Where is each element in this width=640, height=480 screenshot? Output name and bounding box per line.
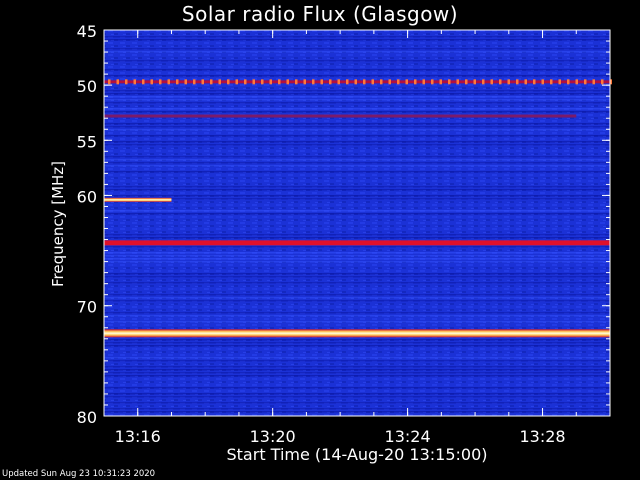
emission-dot xyxy=(108,79,111,85)
emission-dot xyxy=(346,79,349,85)
x-tick-label: 13:16 xyxy=(115,427,161,446)
emission-dot xyxy=(456,79,459,85)
emission-band-4 xyxy=(104,240,610,246)
updated-timestamp: Updated Sun Aug 23 10:31:23 2020 xyxy=(2,469,156,479)
emission-dot xyxy=(397,79,400,85)
emission-dot xyxy=(116,79,119,85)
emission-dot xyxy=(320,79,323,85)
emission-dot xyxy=(286,79,289,85)
emission-dot xyxy=(473,79,476,85)
emission-dot xyxy=(516,79,519,85)
emission-dot xyxy=(159,79,162,85)
emission-dot xyxy=(329,79,332,85)
emission-dot xyxy=(414,79,417,85)
emission-dot xyxy=(193,79,196,85)
emission-dot xyxy=(558,79,561,85)
emission-band-2 xyxy=(104,114,577,118)
y-tick-label: 70 xyxy=(77,298,97,317)
emission-dot xyxy=(167,79,170,85)
emission-dot xyxy=(184,79,187,85)
emission-dot xyxy=(601,79,604,85)
emission-dot xyxy=(550,79,553,85)
emission-dot xyxy=(439,79,442,85)
emission-dot xyxy=(150,79,153,85)
emission-dot xyxy=(465,79,468,85)
emission-dot xyxy=(448,79,451,85)
emission-dot xyxy=(405,79,408,85)
emission-dot xyxy=(244,79,247,85)
emission-dot xyxy=(584,79,587,85)
x-tick-label: 13:20 xyxy=(250,427,296,446)
emission-dot xyxy=(125,79,128,85)
emission-dot xyxy=(388,79,391,85)
emission-dot xyxy=(541,79,544,85)
emission-dot xyxy=(252,79,255,85)
emission-dot xyxy=(235,79,238,85)
emission-dot xyxy=(210,79,213,85)
y-axis-label: Frequency [MHz] xyxy=(49,160,67,288)
emission-dot xyxy=(507,79,510,85)
spectrogram-chart: 13:16 13:20 13:24 13:28 455055607080 xyxy=(77,22,612,446)
emission-dot xyxy=(218,79,221,85)
chart-title: Solar radio Flux (Glasgow) xyxy=(181,2,459,26)
emission-dot xyxy=(380,79,383,85)
emission-dot xyxy=(567,79,570,85)
emission-dot xyxy=(269,79,272,85)
emission-dot xyxy=(354,79,357,85)
emission-dot xyxy=(524,79,527,85)
emission-dot xyxy=(431,79,434,85)
emission-dot xyxy=(499,79,502,85)
x-axis-label: Start Time (14-Aug-20 13:15:00) xyxy=(226,445,488,464)
emission-dot xyxy=(422,79,425,85)
emission-dot xyxy=(337,79,340,85)
y-tick-label: 50 xyxy=(77,77,97,96)
emission-dot xyxy=(371,79,374,85)
emission-dot xyxy=(575,79,578,85)
emission-dot xyxy=(133,79,136,85)
emission-dot xyxy=(482,79,485,85)
emission-dot xyxy=(142,79,145,85)
emission-dot xyxy=(490,79,493,85)
emission-dot xyxy=(592,79,595,85)
emission-band-5 xyxy=(104,329,610,338)
y-tick-label: 55 xyxy=(77,132,97,151)
emission-dot xyxy=(363,79,366,85)
emission-dot xyxy=(278,79,281,85)
emission-dot xyxy=(312,79,315,85)
y-tick-label: 60 xyxy=(77,187,97,206)
emission-band-3 xyxy=(104,197,172,202)
emission-dot xyxy=(227,79,230,85)
emission-dot xyxy=(261,79,264,85)
emission-dot xyxy=(295,79,298,85)
emission-dot xyxy=(201,79,204,85)
emission-dot xyxy=(303,79,306,85)
x-tick-label: 13:24 xyxy=(385,427,431,446)
emission-dot xyxy=(176,79,179,85)
x-tick-label: 13:28 xyxy=(519,427,565,446)
emission-dot xyxy=(533,79,536,85)
y-tick-label: 80 xyxy=(77,408,97,427)
